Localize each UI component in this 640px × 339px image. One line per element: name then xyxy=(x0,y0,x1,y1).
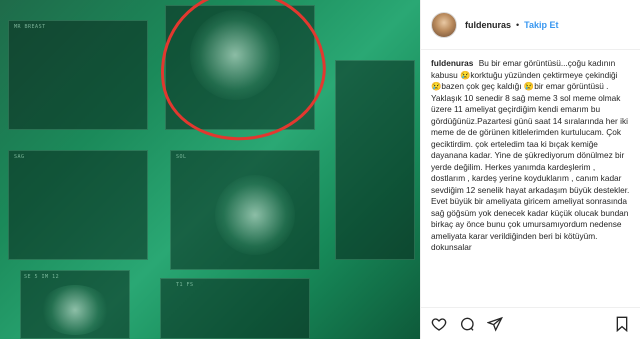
comment-button[interactable] xyxy=(457,314,477,334)
mri-tissue-highlight xyxy=(40,285,110,335)
action-bar xyxy=(421,307,640,339)
mri-film-label: SAG xyxy=(14,154,25,160)
mri-film-panel xyxy=(8,20,148,130)
save-button[interactable] xyxy=(612,314,632,334)
mri-film-label: SE 5 IM 12 xyxy=(24,274,60,280)
avatar[interactable] xyxy=(431,11,457,38)
mri-film-panel xyxy=(335,60,415,260)
post-image[interactable]: MR BREAST SAG SOL T1 FS SE 5 IM 12 xyxy=(0,0,420,339)
bookmark-icon xyxy=(615,316,629,332)
share-icon xyxy=(487,316,503,332)
post-caption: fuldenuras Bu bir emar görüntüsü...çoğu … xyxy=(421,50,640,307)
follow-button[interactable]: Takip Et xyxy=(524,20,558,30)
comment-icon xyxy=(459,316,475,332)
like-button[interactable] xyxy=(429,314,449,334)
post-sidebar: fuldenuras • Takip Et fuldenuras Bu bir … xyxy=(420,0,640,339)
caption-username[interactable]: fuldenuras xyxy=(431,58,473,68)
instagram-post: MR BREAST SAG SOL T1 FS SE 5 IM 12 fulde… xyxy=(0,0,640,339)
heart-icon xyxy=(431,316,447,332)
mri-tissue-highlight xyxy=(215,175,295,255)
header-username[interactable]: fuldenuras xyxy=(465,20,511,30)
mri-film-panel xyxy=(8,150,148,260)
mri-film-label: T1 FS xyxy=(176,282,194,288)
share-button[interactable] xyxy=(485,314,505,334)
mri-film-label: MR BREAST xyxy=(14,24,46,30)
post-header: fuldenuras • Takip Et xyxy=(421,0,640,50)
caption-text: Bu bir emar görüntüsü...çoğu kadının kab… xyxy=(431,58,630,252)
header-separator: • xyxy=(516,19,520,30)
mri-film-label: SOL xyxy=(176,154,187,160)
